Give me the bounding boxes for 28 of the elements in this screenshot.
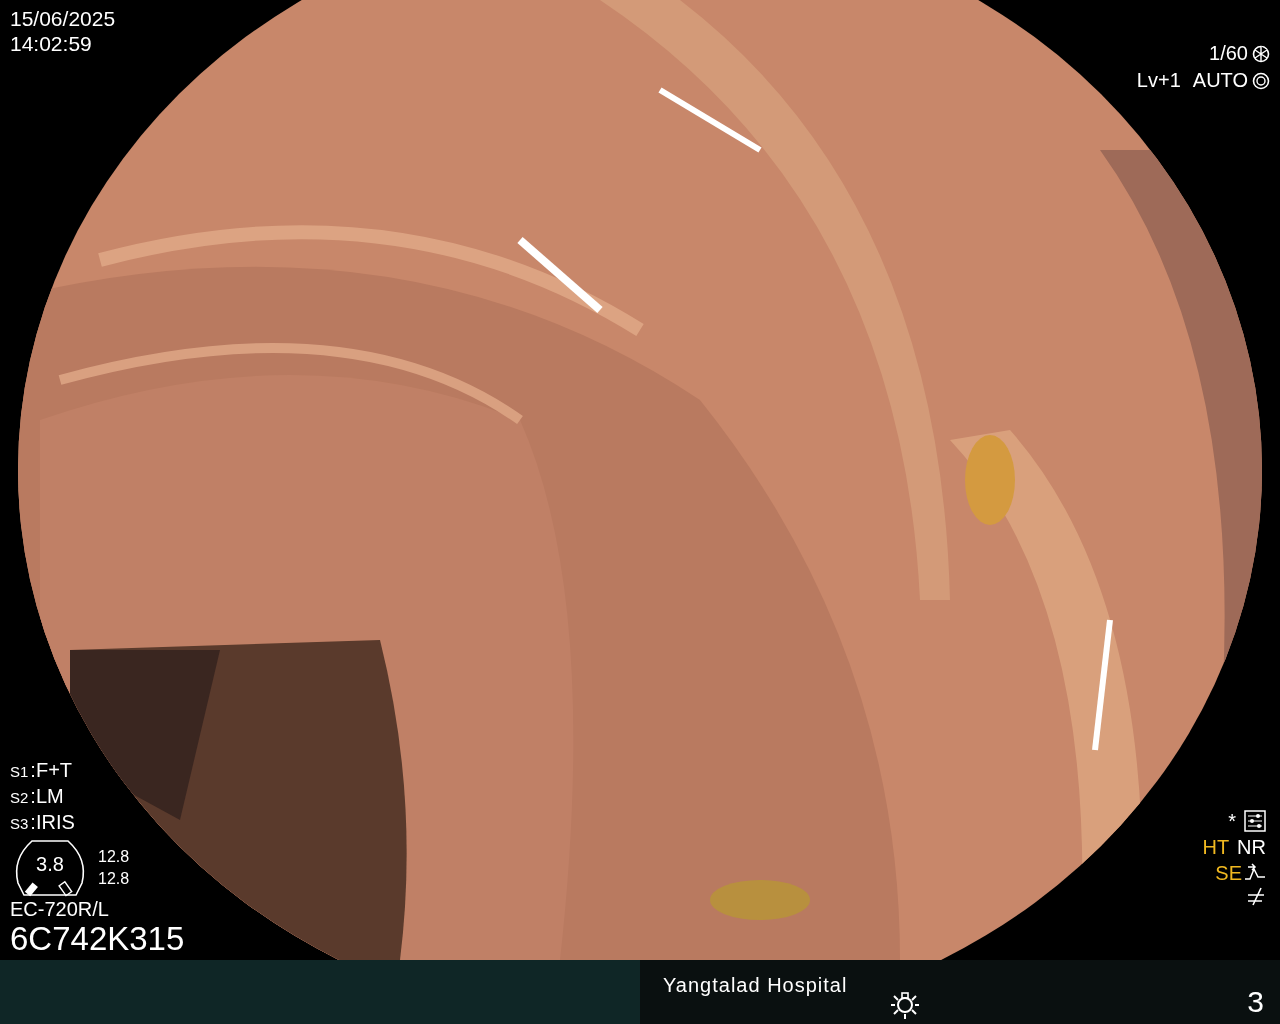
switch-value: :IRIS: [30, 810, 75, 835]
switch-label: S1: [10, 762, 29, 782]
level-text: Lv+1: [1136, 68, 1181, 93]
light-icon: [890, 992, 920, 1020]
marker-text: *: [1228, 809, 1236, 834]
time-text: 14:02:59: [10, 31, 93, 56]
scope-model: EC-720R/L: [10, 897, 110, 921]
mode-label: HT: [1202, 835, 1230, 860]
switch-label: S3: [10, 814, 29, 834]
mode-text: AUTO: [1192, 68, 1248, 93]
gauge-reading: 12.8: [98, 847, 130, 867]
curve-icon: [1244, 863, 1266, 883]
shutter-icon: [1252, 71, 1270, 90]
mode-label: NR: [1237, 835, 1266, 860]
gauge-value: 3.8: [36, 852, 64, 877]
page-number: 3: [1247, 984, 1264, 1020]
hospital-name: Yangtalad Hospital: [663, 973, 848, 998]
switch-value: :F+T: [30, 758, 73, 783]
not-equal-icon: [1246, 886, 1266, 906]
scope-serial: 6C742K315: [10, 921, 185, 957]
aperture-icon: [1252, 44, 1270, 63]
shutter-text: 1/60: [1209, 41, 1248, 66]
mode-label: SE: [1215, 861, 1242, 886]
gauge-reading: 12.8: [98, 869, 130, 889]
switch-label: S2: [10, 788, 29, 808]
date-text: 15/06/2025: [10, 6, 116, 31]
switch-value: :LM: [30, 784, 64, 809]
sliders-icon: [1244, 810, 1266, 832]
